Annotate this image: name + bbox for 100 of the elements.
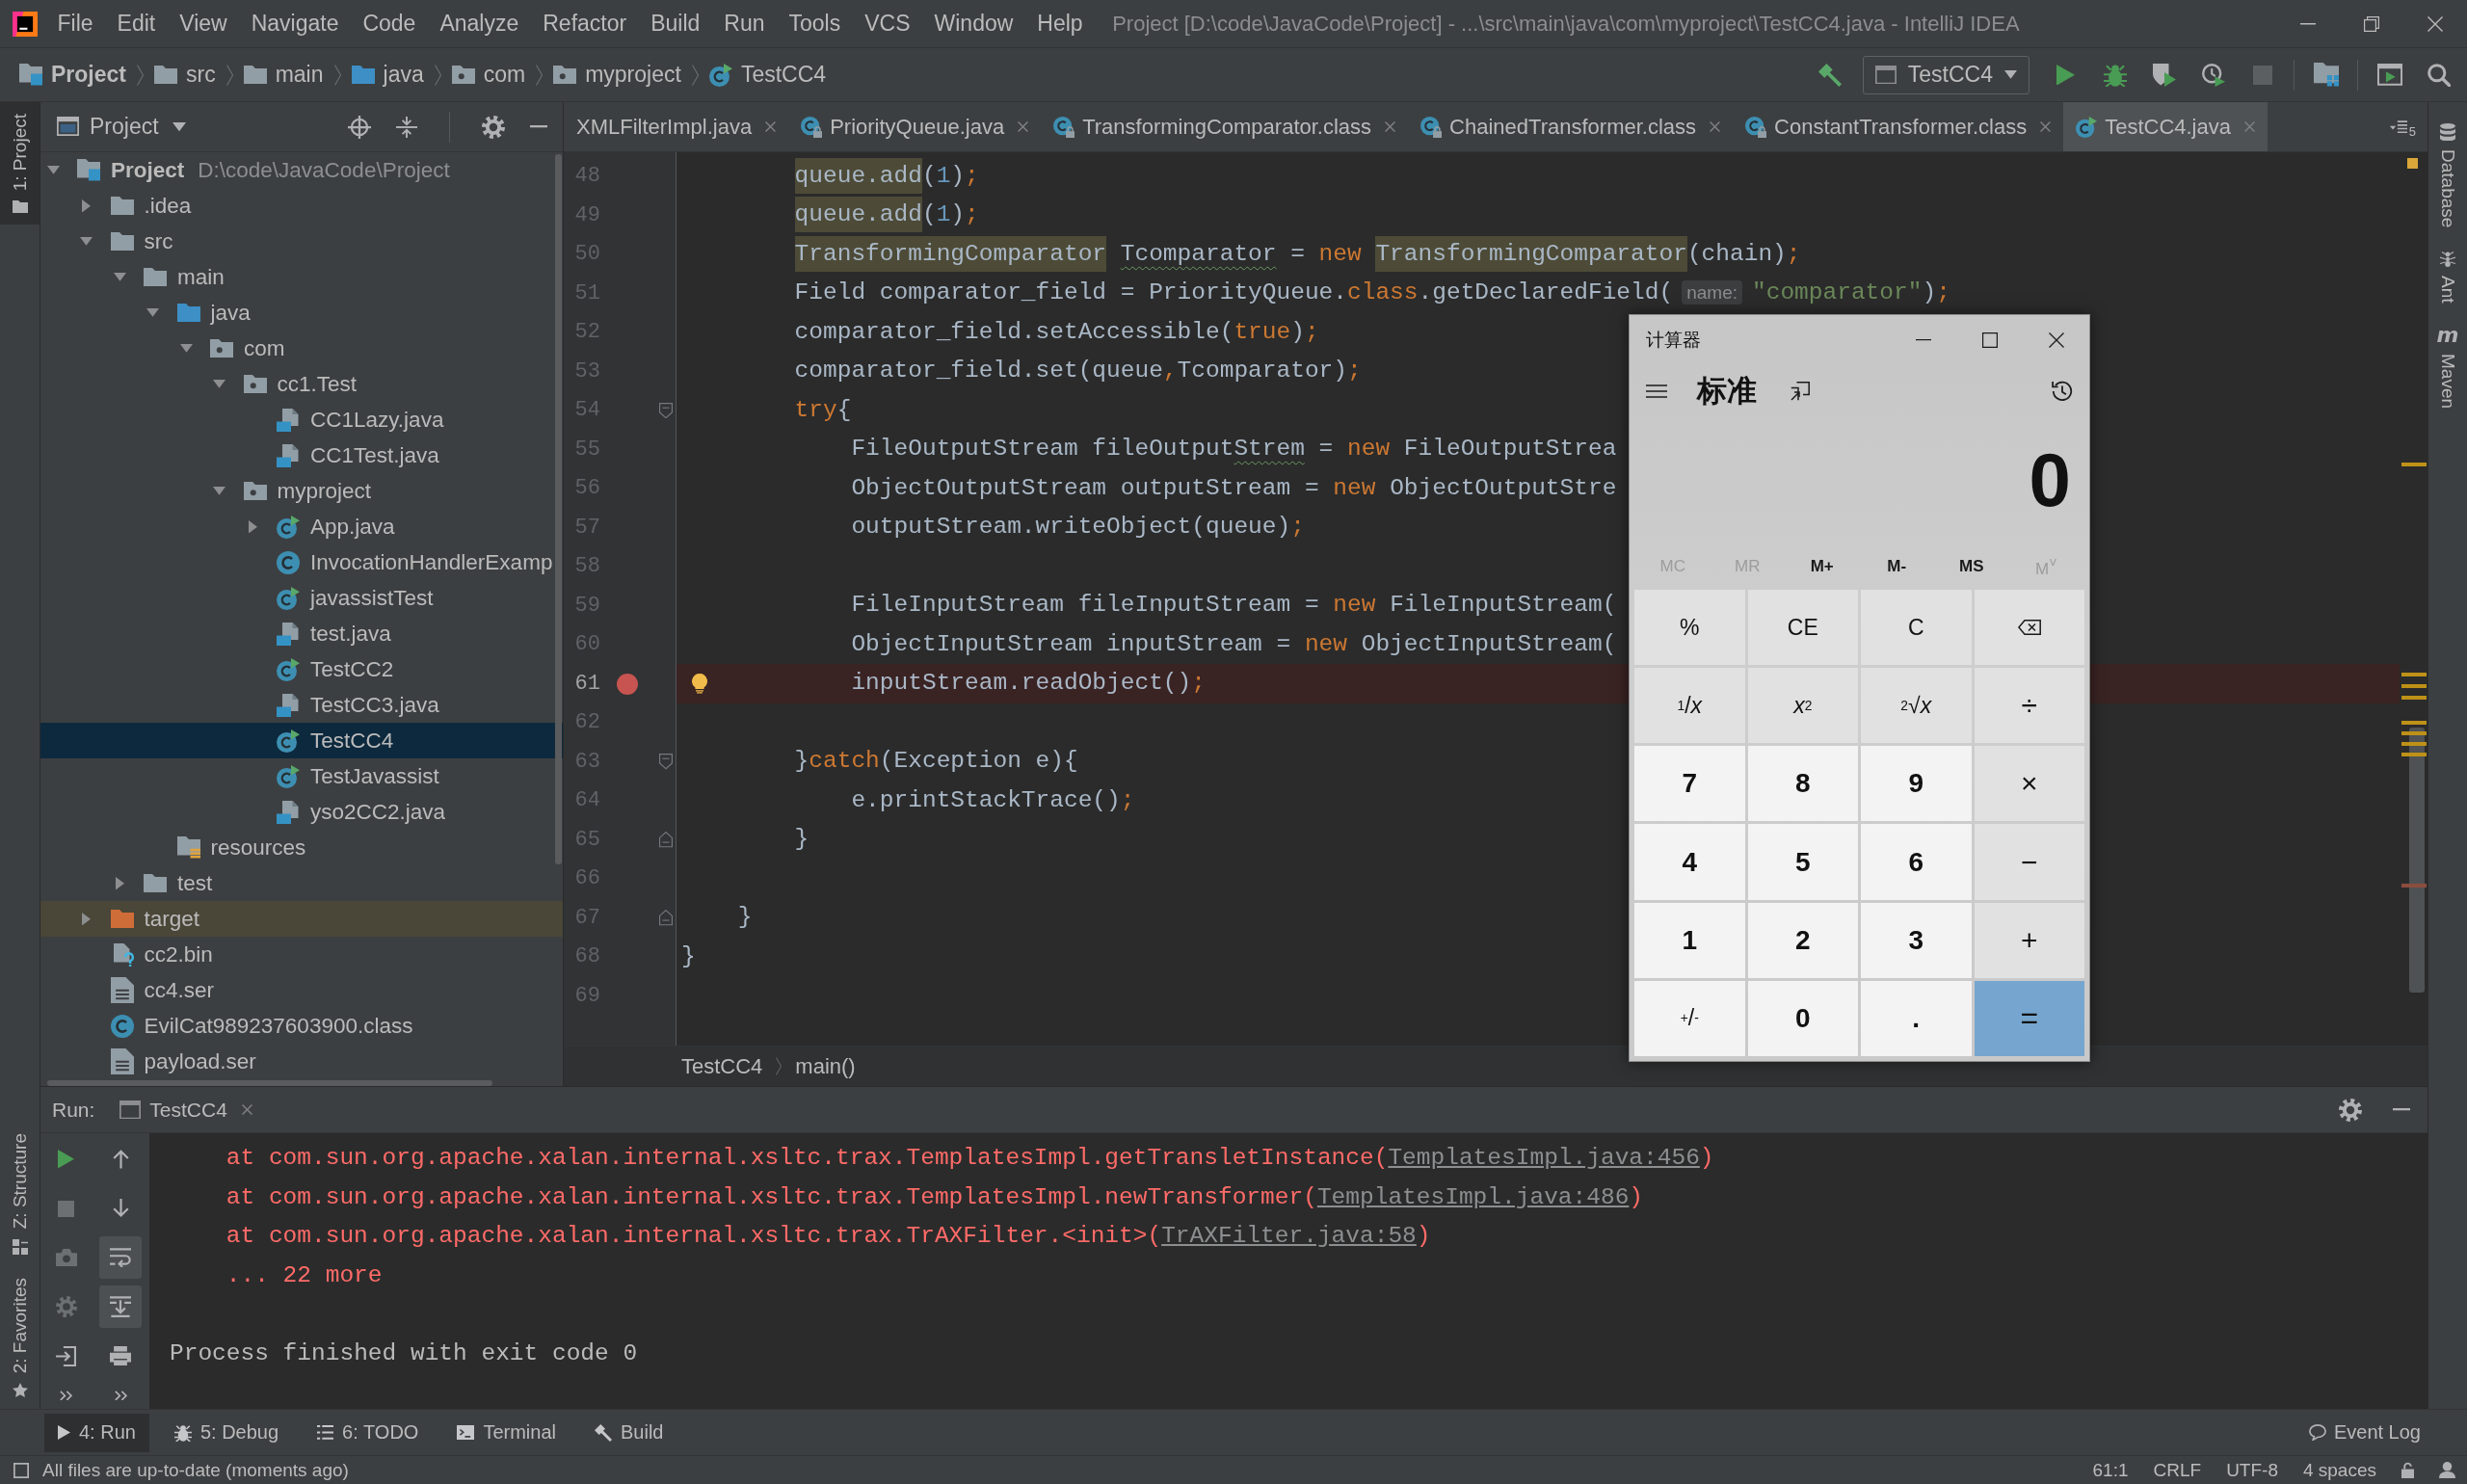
editor-tab[interactable]: PriorityQueue.java <box>788 102 1042 151</box>
down-arrow-icon[interactable] <box>112 1199 129 1218</box>
tree-item[interactable]: test <box>40 865 563 901</box>
tool-window-button[interactable]: Ant <box>2437 251 2458 304</box>
fold-marker-icon[interactable] <box>658 832 673 848</box>
tree-item[interactable]: myproject <box>40 473 563 509</box>
menu-item[interactable]: Code <box>350 11 428 37</box>
close-icon[interactable] <box>2427 15 2443 32</box>
folder-grid-icon[interactable] <box>2313 63 2339 87</box>
caret-right-icon[interactable] <box>82 199 91 213</box>
status-item[interactable]: UTF-8 <box>2226 1459 2278 1481</box>
tree-item[interactable]: EvilCat989237603900.class <box>40 1008 563 1044</box>
menu-item[interactable]: Refactor <box>530 11 639 37</box>
menu-item[interactable]: Build <box>638 11 712 37</box>
calculator-key[interactable]: 4 <box>1634 824 1745 900</box>
settings-icon[interactable] <box>482 115 505 139</box>
caret-right-icon[interactable] <box>115 876 124 890</box>
history-icon[interactable] <box>2052 381 2073 402</box>
close-icon[interactable] <box>2048 332 2064 348</box>
tree-item[interactable]: TestCC3.java <box>40 687 563 723</box>
run-tab[interactable]: TestCC4 <box>119 1098 252 1122</box>
editor-tab[interactable]: ChainedTransformer.class <box>1408 102 1734 151</box>
menu-item[interactable]: Window <box>922 11 1025 37</box>
tree-item[interactable]: CC1Lazy.java <box>40 402 563 437</box>
editor-tab[interactable]: TransformingComparator.class <box>1041 102 1409 151</box>
double-chevron-icon[interactable] <box>114 1390 127 1401</box>
calculator-key[interactable]: 3 <box>1861 902 1972 978</box>
status-item[interactable]: 61:1 <box>2092 1459 2129 1481</box>
tree-item[interactable]: com <box>40 331 563 366</box>
tool-window-button[interactable]: 6: TODO <box>304 1413 433 1452</box>
caret-down-icon[interactable] <box>213 487 225 495</box>
minimize-icon[interactable] <box>2300 22 2316 25</box>
source-link[interactable]: TrAXFilter.java:58 <box>1161 1223 1417 1249</box>
tree-item[interactable]: cc4.ser <box>40 972 563 1008</box>
panel-title[interactable]: Project <box>90 114 159 140</box>
tree-item[interactable]: cc2.bin <box>40 937 563 972</box>
breadcrumb-item[interactable]: TestCC4 <box>681 1053 763 1079</box>
up-arrow-icon[interactable] <box>112 1150 129 1169</box>
calculator-key[interactable]: + <box>1974 902 2084 978</box>
editor-tab[interactable]: XMLFilterImpl.java <box>564 102 789 151</box>
tree-item[interactable]: yso2CC2.java <box>40 794 563 830</box>
breadcrumb-item[interactable]: main <box>243 62 324 88</box>
fold-marker-icon[interactable] <box>658 910 673 926</box>
tree-item[interactable]: cc1.Test <box>40 366 563 402</box>
menu-item[interactable]: Navigate <box>239 11 351 37</box>
breadcrumb-item[interactable]: main() <box>795 1053 856 1079</box>
tree-item[interactable]: target <box>40 901 563 937</box>
caret-down-icon[interactable] <box>146 308 159 317</box>
menu-item[interactable]: Tools <box>777 11 853 37</box>
tree-item[interactable]: src <box>40 224 563 259</box>
calculator-key[interactable]: 8 <box>1747 746 1858 822</box>
source-link[interactable]: TemplatesImpl.java:456 <box>1388 1145 1700 1171</box>
collapse-icon[interactable] <box>396 116 417 138</box>
tree-item[interactable]: java <box>40 295 563 331</box>
menu-item[interactable]: VCS <box>852 11 923 37</box>
calculator-key[interactable]: 2 <box>1747 902 1858 978</box>
scrollbar[interactable] <box>2409 728 2425 993</box>
lock-icon[interactable] <box>2401 1461 2414 1479</box>
menu-item[interactable]: Run <box>711 11 778 37</box>
toggle-button[interactable] <box>99 1236 142 1279</box>
exit-icon[interactable] <box>56 1345 76 1366</box>
tab-list-icon[interactable] <box>2389 119 2407 134</box>
memory-button[interactable]: M+ <box>1810 557 1834 576</box>
calculator-key[interactable]: 6 <box>1861 824 1972 900</box>
caret-down-icon[interactable] <box>213 380 225 388</box>
menu-item[interactable]: File <box>45 11 106 37</box>
fold-marker-icon[interactable] <box>658 754 673 770</box>
tool-window-button[interactable]: Terminal <box>443 1413 570 1452</box>
calculator-key[interactable]: . <box>1861 980 1972 1056</box>
source-link[interactable]: TemplatesImpl.java:486 <box>1316 1183 1630 1210</box>
menu-item[interactable]: Help <box>1024 11 1096 37</box>
caret-right-icon[interactable] <box>248 519 257 534</box>
calculator-key[interactable]: C <box>1861 590 1972 666</box>
calculator-key[interactable]: x$^{2}$ <box>1747 668 1858 744</box>
fold-marker-icon[interactable] <box>658 402 673 419</box>
tool-window-button[interactable]: 5: Debug <box>160 1413 293 1452</box>
window-icon[interactable] <box>2376 64 2402 86</box>
calculator-key[interactable]: 0 <box>1747 980 1858 1056</box>
editor-tab[interactable]: ConstantTransformer.class <box>1733 102 2064 151</box>
calculator-key[interactable]: % <box>1634 590 1745 666</box>
run-icon[interactable] <box>2056 64 2075 86</box>
calculator-key[interactable]: ÷ <box>1974 668 2084 744</box>
restore-icon[interactable] <box>2364 15 2379 32</box>
calculator-key[interactable]: $^{2}$√x <box>1861 668 1972 744</box>
square-icon[interactable] <box>13 1462 29 1478</box>
tool-window-button[interactable]: Database <box>2437 123 2458 228</box>
shield-icon[interactable] <box>2152 63 2176 87</box>
tool-window-button[interactable]: Build <box>581 1413 677 1452</box>
memory-button[interactable]: MS <box>1959 557 1984 576</box>
tool-window-button[interactable]: m Maven <box>2436 326 2459 410</box>
tree-item[interactable]: payload.ser <box>40 1044 563 1079</box>
calculator-key[interactable]: 9 <box>1861 746 1972 822</box>
calculator-key[interactable]: 1 <box>1634 902 1745 978</box>
status-item[interactable]: 4 spaces <box>2302 1459 2376 1481</box>
calculator-key[interactable]: CE <box>1747 590 1858 666</box>
menu-icon[interactable] <box>1646 384 1667 398</box>
tree-item[interactable]: InvocationHandlerExamp <box>40 544 563 580</box>
menu-item[interactable]: Edit <box>105 11 168 37</box>
run-config-dropdown[interactable]: TestCC4 <box>1862 55 2029 94</box>
minimize-icon[interactable] <box>1915 339 1931 341</box>
